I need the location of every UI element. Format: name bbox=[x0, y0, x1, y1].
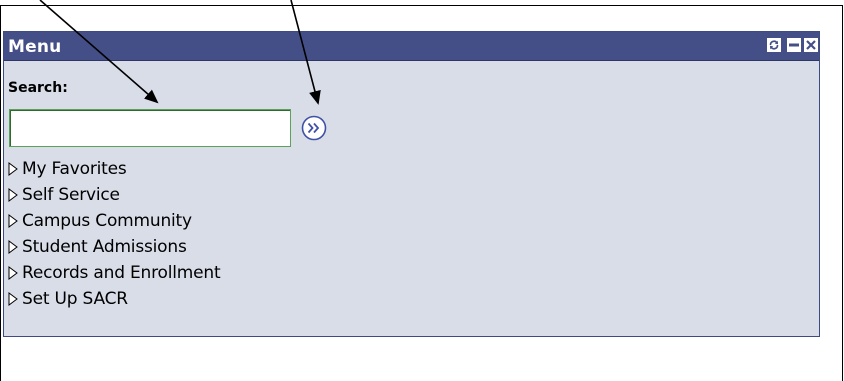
menu-item-records-and-enrollment[interactable]: Records and Enrollment bbox=[8, 260, 221, 286]
menu-nav-list: My Favorites Self Service Campus Communi… bbox=[8, 156, 221, 312]
minimize-icon[interactable] bbox=[787, 38, 801, 52]
double-chevron-right-icon bbox=[301, 115, 327, 141]
expand-arrow-icon bbox=[8, 240, 18, 254]
frame-left-border bbox=[0, 5, 1, 381]
menu-item-set-up-sacr[interactable]: Set Up SACR bbox=[8, 286, 220, 312]
screenshot-canvas: Menu Search: My Favorites Self Service C… bbox=[0, 0, 844, 381]
menu-item-self-service[interactable]: Self Service bbox=[8, 182, 220, 208]
menu-title: Menu bbox=[8, 37, 62, 57]
menu-header: Menu bbox=[4, 32, 819, 61]
search-label: Search: bbox=[8, 80, 68, 96]
menu-item-student-admissions[interactable]: Student Admissions bbox=[8, 234, 220, 260]
menu-item-label: My Favorites bbox=[22, 159, 127, 179]
frame-right-border bbox=[842, 5, 843, 381]
menu-item-campus-community[interactable]: Campus Community bbox=[8, 208, 220, 234]
menu-item-my-favorites[interactable]: My Favorites bbox=[8, 156, 220, 182]
expand-arrow-icon bbox=[8, 266, 18, 280]
search-go-button[interactable] bbox=[301, 115, 327, 141]
search-input[interactable] bbox=[9, 109, 291, 147]
expand-arrow-icon bbox=[8, 162, 18, 176]
expand-arrow-icon bbox=[8, 188, 18, 202]
menu-item-label: Self Service bbox=[22, 185, 120, 205]
menu-pagelet: Menu Search: My Favorites Self Service C… bbox=[3, 31, 820, 337]
frame-top-border bbox=[0, 5, 842, 6]
expand-arrow-icon bbox=[8, 292, 18, 306]
menu-item-label: Student Admissions bbox=[22, 237, 187, 257]
menu-item-label: Records and Enrollment bbox=[22, 263, 221, 283]
menu-item-label: Campus Community bbox=[22, 211, 192, 231]
menu-item-label: Set Up SACR bbox=[22, 289, 128, 309]
expand-arrow-icon bbox=[8, 214, 18, 228]
refresh-icon[interactable] bbox=[767, 38, 781, 52]
close-icon[interactable] bbox=[804, 38, 818, 52]
